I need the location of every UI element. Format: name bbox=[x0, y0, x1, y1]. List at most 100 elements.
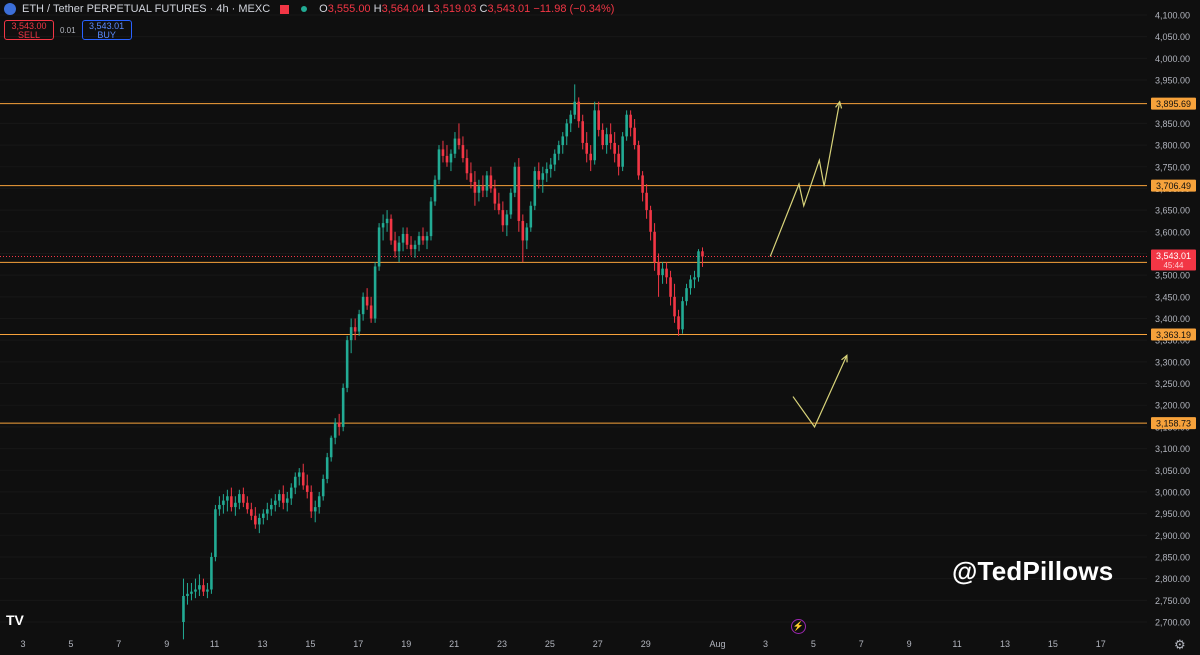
low-value: 3,519.03 bbox=[433, 3, 477, 15]
candle-body bbox=[621, 136, 624, 167]
tradingview-logo[interactable]: TV bbox=[6, 612, 24, 628]
candle-body bbox=[202, 585, 205, 592]
chart-header: ETH / Tether PERPETUAL FUTURES · 4h · ME… bbox=[4, 3, 614, 15]
candle-body bbox=[369, 305, 373, 319]
candle-body bbox=[677, 316, 680, 330]
candle-body bbox=[250, 509, 253, 516]
sell-button[interactable]: 3,543.00 SELL bbox=[4, 20, 54, 40]
x-tick-label: 9 bbox=[907, 639, 912, 649]
candle-body bbox=[405, 233, 409, 245]
candle-body bbox=[537, 171, 541, 180]
candle-body bbox=[254, 515, 257, 525]
candle-body bbox=[194, 589, 197, 592]
candle-body bbox=[206, 589, 209, 592]
sell-label: SELL bbox=[17, 30, 41, 40]
candle-body bbox=[182, 595, 185, 622]
candle-body bbox=[421, 236, 425, 241]
buy-button[interactable]: 3,543.01 BUY bbox=[81, 20, 132, 40]
candle-body bbox=[413, 244, 417, 250]
candle-body bbox=[190, 591, 193, 594]
gear-icon[interactable]: ⚙ bbox=[1174, 637, 1186, 653]
candle-body bbox=[689, 279, 692, 289]
x-tick-label: 27 bbox=[593, 639, 603, 649]
candle-body bbox=[573, 101, 577, 115]
candle-body bbox=[429, 201, 433, 237]
candle-body bbox=[230, 496, 233, 508]
candle-body bbox=[301, 472, 305, 486]
flag-icon[interactable] bbox=[280, 4, 290, 14]
candle-body bbox=[477, 186, 481, 193]
candle-countdown-label: 45:44 bbox=[1163, 261, 1184, 270]
candle-body bbox=[409, 244, 413, 250]
candle-body bbox=[533, 171, 537, 206]
candle-body bbox=[625, 114, 628, 137]
x-tick-label: 3 bbox=[763, 639, 768, 649]
candle-body bbox=[457, 138, 461, 146]
author-watermark: @TedPillows bbox=[952, 556, 1114, 586]
ethereum-icon bbox=[4, 3, 16, 15]
x-tick-label: 3 bbox=[20, 639, 25, 649]
candle-body bbox=[449, 153, 453, 163]
candle-body bbox=[613, 142, 616, 154]
y-tick-label: 4,100.00 bbox=[1155, 11, 1190, 21]
candle-body bbox=[198, 585, 201, 590]
symbol-title[interactable]: ETH / Tether PERPETUAL FUTURES · 4h · ME… bbox=[22, 3, 270, 15]
y-tick-label: 2,850.00 bbox=[1155, 552, 1190, 562]
candle-body bbox=[561, 136, 565, 146]
candle-body bbox=[521, 220, 525, 241]
x-tick-label: 29 bbox=[641, 639, 651, 649]
candle-body bbox=[317, 496, 321, 508]
y-tick-label: 3,500.00 bbox=[1155, 271, 1190, 281]
candle-body bbox=[649, 210, 652, 232]
candle-body bbox=[289, 487, 293, 499]
candle-body bbox=[589, 153, 592, 161]
y-tick-label: 3,100.00 bbox=[1155, 444, 1190, 454]
x-tick-label: 13 bbox=[1000, 639, 1010, 649]
x-tick-label: 11 bbox=[210, 639, 219, 649]
level-price-label: 3,363.19 bbox=[1156, 330, 1191, 340]
y-tick-label: 3,450.00 bbox=[1155, 292, 1190, 302]
candle-body bbox=[357, 314, 361, 332]
x-tick-label: 25 bbox=[545, 639, 555, 649]
candle-body bbox=[605, 134, 608, 146]
y-tick-label: 3,050.00 bbox=[1155, 466, 1190, 476]
x-tick-label: 9 bbox=[164, 639, 169, 649]
level-price-label: 3,895.69 bbox=[1156, 99, 1191, 109]
candle-body bbox=[669, 277, 672, 297]
x-tick-label: 11 bbox=[952, 639, 961, 649]
candle-body bbox=[513, 166, 517, 193]
open-label: O bbox=[319, 3, 328, 15]
candle-body bbox=[489, 175, 493, 189]
candle-body bbox=[569, 114, 573, 124]
candle-body bbox=[445, 155, 449, 163]
candle-body bbox=[493, 188, 497, 204]
candle-body bbox=[585, 142, 589, 154]
candle-body bbox=[234, 502, 237, 508]
candle-body bbox=[637, 145, 640, 176]
level-price-label: 3,706.49 bbox=[1156, 181, 1191, 191]
ohlc-readout: O3,555.00 H3,564.04 L3,519.03 C3,543.01 … bbox=[319, 3, 614, 15]
y-tick-label: 3,850.00 bbox=[1155, 119, 1190, 129]
projection-path bbox=[769, 101, 841, 257]
y-tick-label: 3,300.00 bbox=[1155, 357, 1190, 367]
x-tick-label: 21 bbox=[449, 639, 459, 649]
candle-body bbox=[425, 236, 429, 241]
candle-body bbox=[661, 268, 664, 276]
candle-body bbox=[565, 123, 569, 137]
candle-body bbox=[553, 153, 557, 165]
x-tick-label: 15 bbox=[1048, 639, 1058, 649]
candle-body bbox=[349, 327, 353, 341]
candle-body bbox=[529, 205, 533, 228]
candle-body bbox=[597, 110, 600, 130]
candle-body bbox=[297, 472, 301, 477]
candle-body bbox=[401, 233, 405, 243]
candle-body bbox=[509, 192, 513, 215]
lightning-icon[interactable]: ⚡ bbox=[791, 619, 806, 634]
y-tick-label: 3,250.00 bbox=[1155, 379, 1190, 389]
candle-body bbox=[577, 101, 581, 122]
candle-body bbox=[581, 121, 585, 143]
candle-body bbox=[353, 327, 357, 332]
candle-body bbox=[218, 504, 221, 510]
level-price-label: 3,158.73 bbox=[1156, 419, 1191, 429]
candle-body bbox=[673, 296, 676, 317]
